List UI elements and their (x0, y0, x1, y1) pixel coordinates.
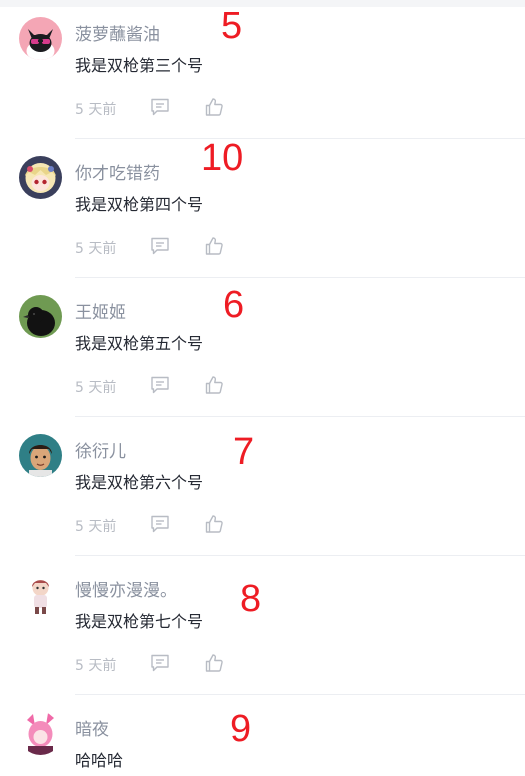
red-annotation-number: 10 (201, 137, 244, 179)
avatar[interactable] (19, 573, 62, 616)
username[interactable]: 王姬姬 (75, 298, 126, 323)
comment-item: 慢慢亦漫漫。 我是双枪第七个号 5 天前 8 (0, 556, 525, 695)
black-cat-sunglasses-avatar-icon (19, 17, 62, 60)
thumbs-up-icon (205, 237, 223, 255)
like-button[interactable] (203, 513, 225, 535)
comment-meta: 5 天前 (75, 96, 275, 118)
username[interactable]: 你才吃错药 (75, 159, 160, 184)
comment-icon (151, 654, 169, 672)
like-button[interactable] (203, 652, 225, 674)
comment-item: 你才吃错药 我是双枪第四个号 5 天前 10 (0, 139, 525, 278)
red-annotation-number: 9 (230, 708, 252, 750)
comment-item: 菠萝蘸酱油 我是双枪第三个号 5 天前 5 (0, 0, 525, 139)
comment-text: 我是双枪第六个号 (75, 473, 204, 492)
avatar[interactable] (19, 295, 62, 338)
like-button[interactable] (203, 96, 225, 118)
username[interactable]: 徐衍儿 (75, 437, 126, 462)
comment-text: 我是双枪第三个号 (75, 56, 204, 75)
anime-girl-avatar-icon (19, 156, 62, 199)
comment-icon (151, 237, 169, 255)
reply-button[interactable] (149, 513, 171, 535)
comment-item: 暗夜 哈哈哈 9 (0, 695, 525, 776)
like-button[interactable] (203, 374, 225, 396)
red-annotation-number: 6 (223, 284, 245, 326)
username[interactable]: 菠萝蘸酱油 (75, 20, 160, 45)
avatar[interactable] (19, 17, 62, 60)
comment-meta: 5 天前 (75, 652, 275, 674)
red-annotation-number: 7 (233, 431, 255, 473)
comment-meta: 5 天前 (75, 235, 275, 257)
red-annotation-number: 8 (240, 578, 262, 620)
reply-button[interactable] (149, 652, 171, 674)
like-button[interactable] (203, 235, 225, 257)
pink-hair-anime-avatar-icon (19, 712, 62, 755)
thumbs-up-icon (205, 98, 223, 116)
chibi-character-avatar-icon (19, 573, 62, 616)
comment-icon (151, 98, 169, 116)
timestamp: 5 天前 (75, 658, 117, 674)
username[interactable]: 暗夜 (75, 715, 109, 740)
comment-item: 王姬姬 我是双枪第五个号 5 天前 6 (0, 278, 525, 417)
timestamp: 5 天前 (75, 380, 117, 396)
thumbs-up-icon (205, 515, 223, 533)
red-annotation-number: 5 (221, 5, 243, 47)
thumbs-up-icon (205, 376, 223, 394)
username[interactable]: 慢慢亦漫漫。 (75, 576, 177, 601)
avatar[interactable] (19, 712, 62, 755)
comment-text: 我是双枪第四个号 (75, 195, 204, 214)
comment-text: 我是双枪第七个号 (75, 612, 204, 631)
timestamp: 5 天前 (75, 241, 117, 257)
thumbs-up-icon (205, 654, 223, 672)
black-bird-green-background-avatar-icon (19, 295, 62, 338)
timestamp: 5 天前 (75, 102, 117, 118)
comment-item: 徐衍儿 我是双枪第六个号 5 天前 7 (0, 417, 525, 556)
comment-meta: 5 天前 (75, 374, 275, 396)
comment-text: 哈哈哈 (75, 751, 124, 770)
cartoon-boy-avatar-icon (19, 434, 62, 477)
reply-button[interactable] (149, 374, 171, 396)
comment-icon (151, 515, 169, 533)
avatar[interactable] (19, 434, 62, 477)
reply-button[interactable] (149, 235, 171, 257)
avatar[interactable] (19, 156, 62, 199)
comment-icon (151, 376, 169, 394)
timestamp: 5 天前 (75, 519, 117, 535)
reply-button[interactable] (149, 96, 171, 118)
comment-text: 我是双枪第五个号 (75, 334, 204, 353)
comment-meta: 5 天前 (75, 513, 275, 535)
